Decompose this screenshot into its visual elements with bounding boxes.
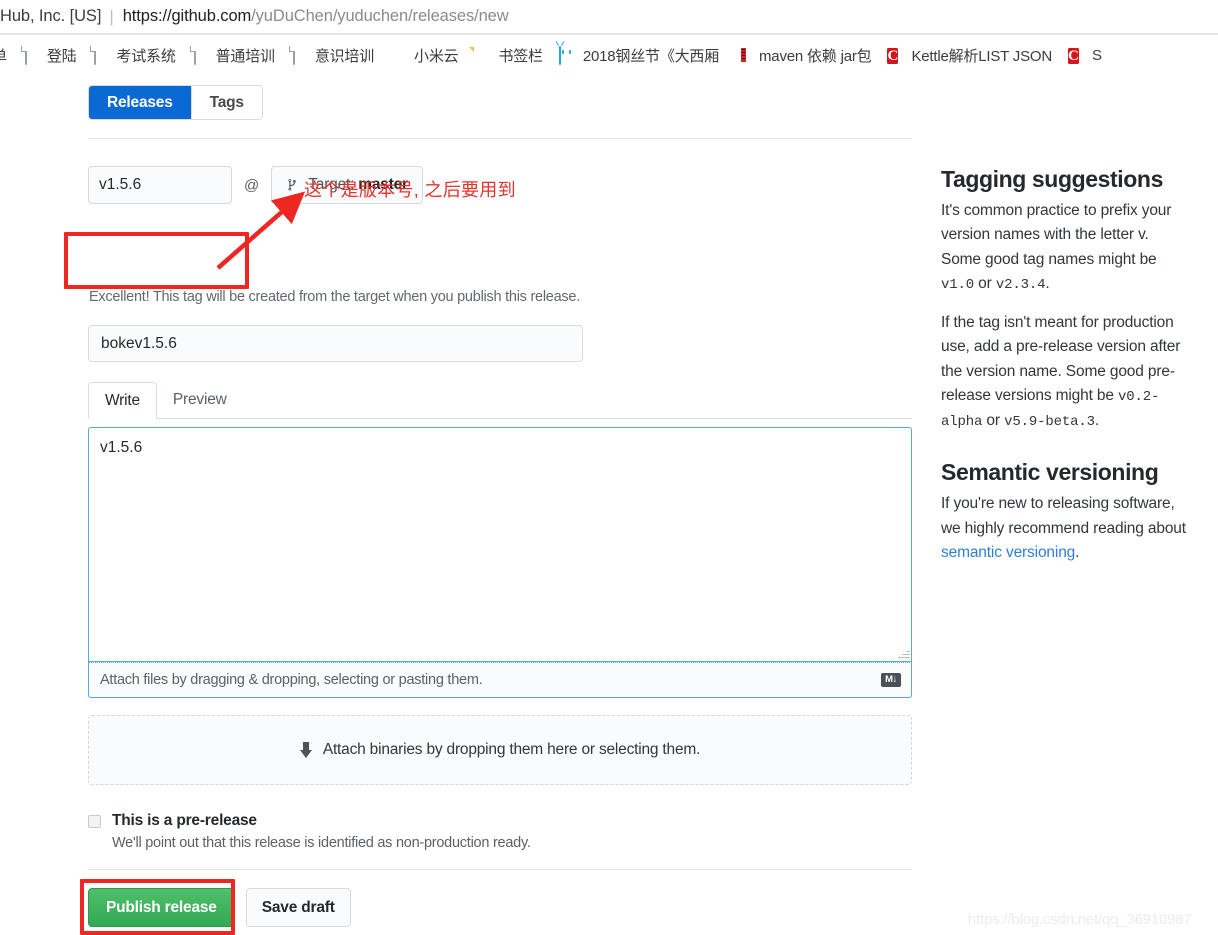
annotation-rect-tag-input <box>64 232 249 289</box>
bookmark-label: 登陆 <box>46 48 77 65</box>
divider-top <box>88 138 912 139</box>
at-separator: @ <box>244 176 260 194</box>
tab-write[interactable]: Write <box>88 382 157 419</box>
tagging-suggestions-heading: Tagging suggestions <box>941 166 1163 192</box>
tagging-paragraph-2: If the tag isn't meant for production us… <box>941 311 1189 433</box>
bookmark-item-general-training[interactable]: 普通培训 <box>185 43 282 69</box>
markdown-icon[interactable]: M↓ <box>881 673 901 687</box>
release-tab-group: Releases Tags <box>88 85 263 120</box>
site-identity-chip[interactable]: Hub, Inc. [US] <box>0 7 101 26</box>
semver-text-a: If you're new to releasing software, we … <box>941 495 1186 537</box>
bookmark-item-mi-cloud[interactable]: 小米云 <box>383 43 465 69</box>
tag-example-1: v1.0 <box>941 277 975 294</box>
bookmark-item-bilibili[interactable]: 2018钢丝节《大西厢 <box>552 43 726 69</box>
browser-chrome: Hub, Inc. [US] | https://github.com/yuDu… <box>0 0 1218 76</box>
url-text[interactable]: https://github.com/yuDuChen/yuduchen/rel… <box>123 7 509 26</box>
page-icon <box>92 46 109 65</box>
prerelease-example-2: v5.9-beta.3 <box>1004 413 1095 430</box>
bookmark-label: Kettle解析LIST JSON <box>911 48 1052 65</box>
release-title-input[interactable] <box>88 325 583 362</box>
prerelease-checkbox[interactable] <box>88 815 101 828</box>
page-icon <box>192 46 209 65</box>
release-body-textarea[interactable] <box>88 427 912 662</box>
annotation-rect-publish-button <box>80 879 235 935</box>
bookmark-label: S <box>1092 47 1102 64</box>
bookmark-label: maven 依赖 jar包 <box>759 48 872 65</box>
bookmarks-bar: 单 登陆 考试系统 普通培训 意识培训 小米云 书签栏 <box>0 35 1218 76</box>
attach-files-text: Attach files by dragging & dropping, sel… <box>100 672 483 688</box>
page-content: Releases Tags @ Target: master Excellent… <box>0 76 1218 935</box>
page-icon <box>291 46 308 65</box>
omnibox[interactable]: Hub, Inc. [US] | https://github.com/yuDu… <box>0 0 1218 33</box>
page-icon <box>23 46 40 65</box>
tagging-p1-text-a: It's common practice to prefix your vers… <box>941 202 1172 268</box>
bookmark-label: 小米云 <box>414 48 459 65</box>
bookmark-item-maven[interactable]: maven 依赖 jar包 <box>728 43 878 69</box>
git-branch-icon <box>286 177 300 193</box>
bookmark-label: 2018钢丝节《大西厢 <box>582 48 720 65</box>
tab-preview[interactable]: Preview <box>157 381 243 418</box>
url-domain: https://github.com <box>122 7 252 25</box>
write-preview-tabs: Write Preview <box>88 382 912 419</box>
mi-cloud-icon <box>390 47 407 64</box>
tagging-p2-text-b: or <box>982 411 1005 429</box>
annotation-note-text: 这个是版本号, 之后要用到 <box>304 180 516 200</box>
prerelease-block: This is a pre-release We'll point out th… <box>88 812 531 851</box>
film-strip-icon <box>735 47 752 64</box>
bookmark-label: 普通培训 <box>215 48 275 65</box>
download-arrow-icon <box>299 742 312 758</box>
semantic-versioning-link[interactable]: semantic versioning <box>941 544 1075 561</box>
binaries-dropzone[interactable]: Attach binaries by dropping them here or… <box>88 715 912 785</box>
tagging-p2-text-c: . <box>1094 411 1099 429</box>
bookmark-item-denglu[interactable]: 登陆 <box>16 43 84 69</box>
semver-text-b: . <box>1075 544 1080 562</box>
dropzone-text: Attach binaries by dropping them here or… <box>322 741 701 758</box>
bookmark-label: 书签栏 <box>498 48 543 65</box>
folder-icon <box>474 47 491 64</box>
tagging-p1-text-c: . <box>1045 275 1050 293</box>
bookmark-item-kettle[interactable]: C Kettle解析LIST JSON <box>880 43 1059 69</box>
omnibox-separator: | <box>109 6 114 26</box>
semantic-versioning-heading: Semantic versioning <box>941 459 1159 486</box>
semver-paragraph: If you're new to releasing software, we … <box>941 492 1189 565</box>
tagging-sidebar: Tagging suggestions It's common practice… <box>941 166 1189 580</box>
tagging-paragraph-1: It's common practice to prefix your vers… <box>941 199 1189 297</box>
prerelease-label[interactable]: This is a pre-release <box>112 812 257 830</box>
tag-hint-text: Excellent! This tag will be created from… <box>89 289 581 305</box>
csdn-c-icon: C <box>1068 48 1079 64</box>
bookmark-folder-bookmarks-bar[interactable]: 书签栏 <box>467 43 549 69</box>
csdn-c-icon: C <box>887 48 899 64</box>
bookmark-label: 考试系统 <box>116 48 176 65</box>
bilibili-icon <box>558 46 576 65</box>
bookmark-item-awareness-training[interactable]: 意识培训 <box>284 43 381 69</box>
bookmark-item-truncated[interactable]: C S <box>1061 43 1109 69</box>
tab-tags[interactable]: Tags <box>191 86 262 119</box>
watermark-text: https://blog.csdn.net/qq_36910987 <box>968 911 1192 928</box>
bookmark-label: 单 <box>0 45 7 66</box>
bookmark-item-exam-system[interactable]: 考试系统 <box>85 43 182 69</box>
bookmark-label: 意识培训 <box>314 48 375 65</box>
tag-version-input[interactable] <box>88 166 232 204</box>
tab-releases[interactable]: Releases <box>89 86 192 119</box>
url-path: /yuDuChen/yuduchen/releases/new <box>251 7 509 25</box>
attach-files-footer[interactable]: Attach files by dragging & dropping, sel… <box>88 662 912 698</box>
tag-example-2: v2.3.4 <box>995 277 1046 294</box>
bookmark-item-0[interactable]: 单 <box>0 43 14 69</box>
tagging-p1-text-b: or <box>974 275 996 293</box>
divider-bottom <box>88 869 912 870</box>
prerelease-description: We'll point out that this release is ide… <box>112 835 531 851</box>
save-draft-button[interactable]: Save draft <box>245 888 351 927</box>
